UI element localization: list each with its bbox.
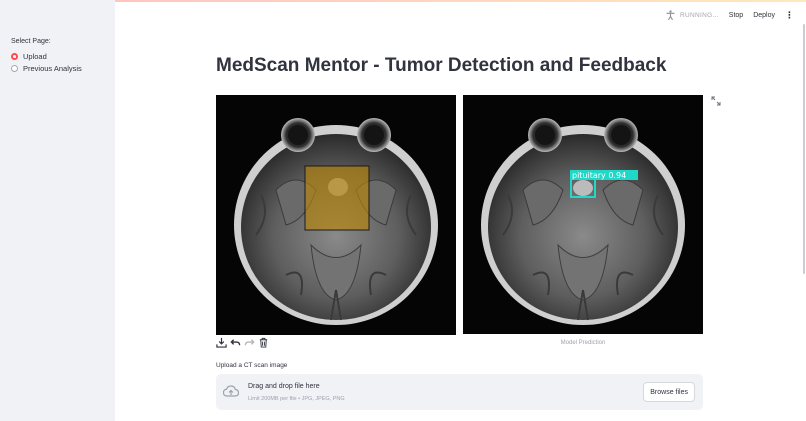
scrollbar-thumb[interactable]	[803, 24, 805, 274]
fullscreen-icon[interactable]	[711, 96, 721, 106]
deploy-button[interactable]: Deploy	[753, 12, 775, 19]
detection-label: pituitary 0.94	[572, 171, 626, 180]
redo-icon[interactable]	[244, 337, 255, 348]
radio-option-upload[interactable]: Upload	[11, 52, 47, 61]
undo-icon[interactable]	[230, 337, 241, 348]
running-person-icon	[666, 10, 675, 20]
radio-option-label: Upload	[23, 52, 47, 61]
image-caption: Model Prediction	[560, 340, 606, 346]
running-status-text: RUNNING...	[680, 11, 719, 19]
header-toolbar: RUNNING... Stop Deploy ⋮	[666, 10, 794, 20]
running-status: RUNNING...	[666, 10, 719, 20]
page-title: MedScan Mentor - Tumor Detection and Fee…	[216, 55, 667, 76]
scrollbar[interactable]	[802, 24, 806, 274]
radio-checked-icon[interactable]	[11, 53, 18, 60]
dropzone-title: Drag and drop file here	[248, 383, 320, 390]
sidebar: Select Page: Upload Previous Analysis	[0, 0, 115, 421]
trash-icon[interactable]	[258, 337, 269, 348]
browse-files-button[interactable]: Browse files	[643, 382, 695, 402]
download-icon[interactable]	[216, 337, 227, 348]
radio-option-label: Previous Analysis	[23, 64, 82, 73]
file-dropzone[interactable]: Drag and drop file here Limit 200MB per …	[216, 374, 703, 410]
radio-unchecked-icon[interactable]	[11, 65, 18, 72]
highlight-region[interactable]	[304, 165, 370, 231]
dropzone-limits: Limit 200MB per file • JPG, JPEG, PNG	[248, 396, 345, 402]
cloud-upload-icon	[223, 385, 239, 397]
stop-button[interactable]: Stop	[729, 12, 743, 19]
kebab-menu-icon[interactable]: ⋮	[785, 10, 794, 19]
radio-option-previous-analysis[interactable]: Previous Analysis	[11, 64, 82, 73]
top-decoration-bar	[0, 0, 806, 2]
model-prediction-image: pituitary 0.94	[463, 95, 703, 334]
scan-image-annotation-canvas[interactable]	[216, 95, 456, 335]
uploader-label: Upload a CT scan image	[216, 362, 288, 369]
image-toolbar	[216, 337, 269, 348]
brain-scan-image	[234, 118, 438, 325]
page-select-label: Select Page:	[11, 38, 51, 45]
